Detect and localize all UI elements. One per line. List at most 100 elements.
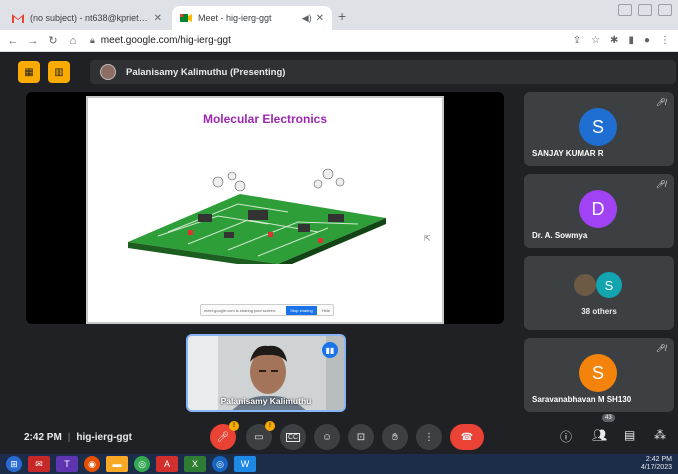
teams-app-icon[interactable]: T: [56, 456, 78, 472]
others-tile[interactable]: S 38 others: [524, 256, 674, 330]
extensions-icon[interactable]: ✱: [610, 35, 618, 46]
avatar-photo: [572, 272, 598, 298]
screen: (no subject) - nt638@kpriet.ac.in ✕ Meet…: [0, 0, 678, 474]
share-notice-text: meet.google.com is sharing your screen.: [204, 307, 277, 313]
close-window-icon[interactable]: [658, 4, 672, 16]
layout-icon[interactable]: ▦: [18, 61, 40, 83]
email-app-icon[interactable]: ✉: [28, 456, 50, 472]
end-call-button[interactable]: ☎︎: [450, 424, 484, 450]
tab-title: (no subject) - nt638@kpriet.ac.in: [30, 13, 150, 23]
camera-button[interactable]: ▭ !: [246, 421, 275, 450]
toolbar-icons: ⇪ ☆ ✱ ▮ ● ⋮: [573, 35, 670, 46]
url-text: meet.google.com/hig-ierg-ggt: [100, 35, 231, 46]
presenter-label: Palanisamy Kalimuthu (Presenting): [126, 66, 286, 78]
participant-tile[interactable]: 🎤︎̸ D Dr. A. Sowmya: [524, 174, 674, 248]
tab-meet[interactable]: Meet - hig-ierg-ggt ◀) ✕: [172, 6, 332, 30]
speaking-indicator-icon: ▮▮: [322, 342, 338, 358]
sidepanel-icon[interactable]: ▮: [628, 35, 634, 46]
window-controls: [618, 4, 672, 16]
maximize-icon[interactable]: [638, 4, 652, 16]
participant-tile[interactable]: 🎤︎̸ S Saravanabhavan M SH130: [524, 338, 674, 412]
emoji-button[interactable]: ☺: [314, 424, 340, 450]
home-icon[interactable]: ⌂: [66, 35, 80, 47]
self-view-tile[interactable]: ▮▮ Palanisamy Kalimuthu: [186, 334, 346, 412]
star-icon[interactable]: ☆: [591, 35, 600, 46]
back-icon[interactable]: ←: [6, 35, 20, 47]
raise-hand-button[interactable]: ✋︎: [382, 424, 408, 450]
meeting-info: 2:42 PM | hig-ierg-ggt: [24, 432, 132, 443]
more-vert-icon: ⋮: [424, 431, 434, 443]
lock-icon[interactable]: 🔒︎: [90, 35, 95, 46]
info-icon[interactable]: ⓘ: [560, 428, 572, 445]
hand-icon: ✋︎: [392, 431, 398, 443]
mic-warning-badge: !: [229, 421, 239, 431]
profile-icon[interactable]: ●: [644, 35, 650, 46]
presenter-avatar: [100, 64, 116, 80]
avatar: S: [579, 108, 617, 146]
taskbar: ⊞ ✉ T ◉ ▬ ◎ A X ◎ W 2:42 PM 4/17/2023: [0, 454, 678, 474]
forward-icon[interactable]: →: [26, 35, 40, 47]
participant-name: Saravanabhavan M SH130: [532, 395, 632, 404]
emoji-icon: ☺: [321, 431, 333, 443]
slide: Molecular Electronics ⇱ meet.google.com …: [86, 96, 444, 324]
participant-count-badge: 43: [602, 414, 615, 422]
mouse-cursor-icon: ⇱: [424, 234, 431, 243]
participant-name: Dr. A. Sowmya: [532, 231, 588, 240]
menu-icon[interactable]: ⋮: [660, 35, 670, 46]
camera-warning-badge: !: [265, 421, 275, 431]
screen-share-notice: meet.google.com is sharing your screen. …: [200, 304, 334, 316]
word-icon[interactable]: W: [234, 456, 256, 472]
folder-icon[interactable]: ▬: [106, 456, 128, 472]
hide-button[interactable]: Hide: [319, 306, 333, 315]
pdf-reader-icon[interactable]: A: [156, 456, 178, 472]
mic-off-icon: 🎤︎̸: [655, 344, 666, 353]
pin-icon[interactable]: ▥: [48, 61, 70, 83]
reload-icon[interactable]: ↻: [46, 34, 60, 47]
gmail-icon: [12, 14, 24, 23]
avatar: D: [579, 190, 617, 228]
captions-button[interactable]: CC: [280, 424, 306, 450]
browser-tab-bar: (no subject) - nt638@kpriet.ac.in ✕ Meet…: [0, 0, 678, 30]
new-tab-button[interactable]: +: [338, 8, 346, 24]
close-tab-icon[interactable]: ✕: [316, 13, 324, 24]
chrome-window-icon[interactable]: ◎: [212, 456, 228, 472]
slide-title: Molecular Electronics: [202, 112, 328, 126]
mic-off-icon: 🎤︎: [216, 431, 230, 443]
start-button-icon[interactable]: ⊞: [6, 456, 22, 472]
phone-hangup-icon: ☎︎: [460, 431, 474, 443]
system-tray[interactable]: 2:42 PM 4/17/2023: [641, 456, 672, 472]
present-button[interactable]: ⊡: [348, 424, 374, 450]
meet-area: ▦ ▥ Palanisamy Kalimuthu (Presenting) Mo…: [0, 52, 678, 454]
minimize-icon[interactable]: [618, 4, 632, 16]
mic-button[interactable]: 🎤︎ !: [210, 421, 239, 450]
omnibox[interactable]: 🔒︎ meet.google.com/hig-ierg-ggt: [90, 35, 573, 46]
present-icon: ⊡: [356, 431, 366, 443]
mic-off-icon: 🎤︎̸: [655, 98, 666, 107]
firefox-icon[interactable]: ◉: [84, 456, 100, 472]
tab-title: Meet - hig-ierg-ggt: [198, 13, 272, 23]
captions-icon: CC: [285, 432, 301, 442]
share-icon[interactable]: ⇪: [573, 35, 581, 46]
tray-time: 2:42 PM: [645, 456, 672, 463]
presenter-bar: Palanisamy Kalimuthu (Presenting): [90, 60, 676, 84]
tab-gmail[interactable]: (no subject) - nt638@kpriet.ac.in ✕: [4, 6, 170, 30]
close-tab-icon[interactable]: ✕: [154, 13, 162, 24]
stop-sharing-button[interactable]: Stop sharing: [286, 305, 317, 315]
participant-name: SANJAY KUMAR R: [532, 149, 604, 158]
excel-icon[interactable]: X: [184, 456, 206, 472]
camera-icon: ▭: [254, 431, 264, 443]
more-options-button[interactable]: ⋮: [416, 424, 442, 450]
presentation-stage[interactable]: Molecular Electronics ⇱ meet.google.com …: [26, 92, 504, 324]
speaker-icon[interactable]: ◀): [302, 13, 312, 24]
people-icon[interactable]: 👥︎: [592, 428, 607, 442]
activities-icon[interactable]: ⁂: [654, 428, 666, 442]
top-strip: ▦ ▥: [18, 60, 78, 84]
participant-tile[interactable]: 🎤︎̸ S SANJAY KUMAR R: [524, 92, 674, 166]
chat-icon[interactable]: ▤: [624, 428, 635, 442]
meeting-code: hig-ierg-ggt: [76, 432, 132, 443]
chrome-icon[interactable]: ◎: [134, 456, 150, 472]
meeting-time: 2:42 PM: [24, 432, 62, 443]
circuit-board-image: [128, 168, 386, 264]
self-view-name: Palanisamy Kalimuthu: [220, 396, 312, 406]
mic-off-icon: 🎤︎̸: [655, 180, 666, 189]
